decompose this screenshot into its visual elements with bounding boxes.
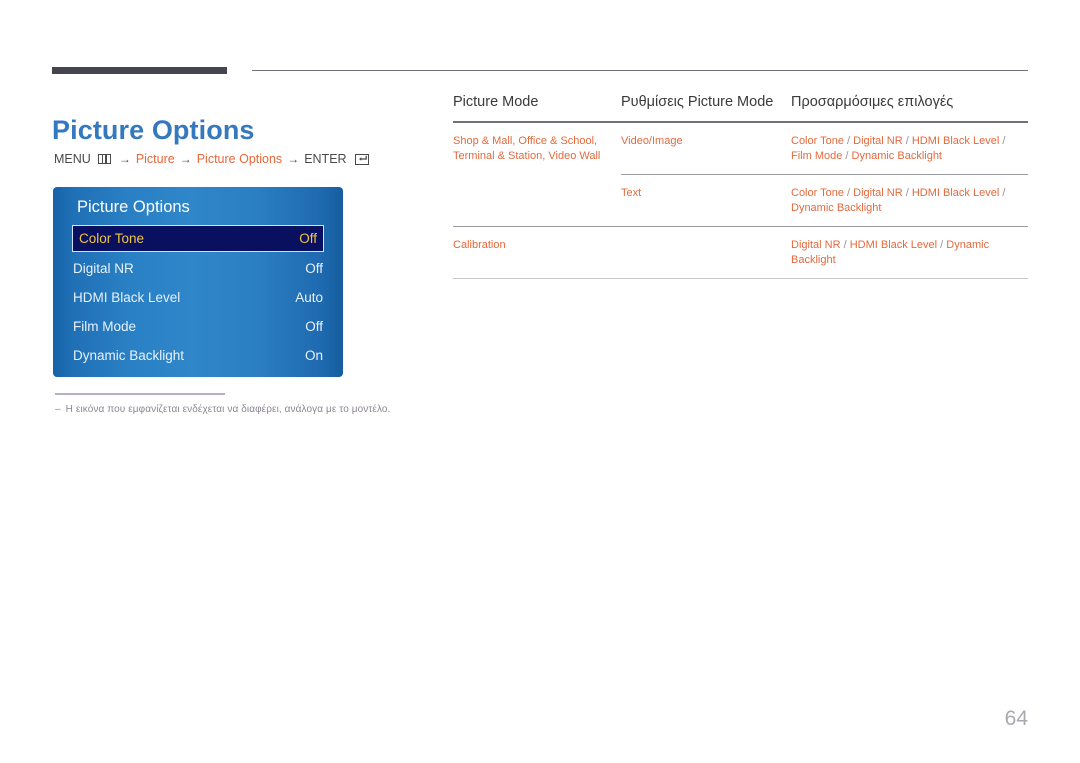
table-header-adjustable-options: Προσαρμόσιμες επιλογές	[791, 94, 954, 110]
table-header-row: Picture Mode Ρυθμίσεις Picture Mode Προσ…	[453, 94, 1028, 123]
table-header-picture-mode: Picture Mode	[453, 94, 539, 110]
table-row: Calibration Digital NR / HDMI Black Leve…	[453, 227, 1028, 278]
osd-panel-title: Picture Options	[77, 198, 190, 216]
enter-return-icon	[354, 153, 369, 165]
osd-row-label: Film Mode	[73, 319, 137, 334]
osd-row-value: Off	[299, 231, 317, 246]
header-rule-thin	[252, 70, 1028, 71]
note-text: – Η εικόνα που εμφανίζεται ενδέχεται να δ…	[55, 404, 390, 415]
osd-row-value: Off	[305, 261, 323, 276]
breadcrumb-arrow-2: →	[179, 152, 192, 166]
breadcrumb-enter-label: ENTER	[304, 152, 347, 166]
osd-row-hdmi-black-level[interactable]: HDMI Black Level Auto	[73, 284, 323, 311]
breadcrumb-arrow-1: →	[118, 152, 131, 166]
page-number: 64	[1004, 707, 1028, 730]
picture-mode-table: Picture Mode Ρυθμίσεις Picture Mode Προσ…	[453, 94, 1028, 279]
breadcrumb-item-picture-options[interactable]: Picture Options	[197, 152, 282, 166]
table-cell-options: Color Tone / Digital NR / HDMI Black Lev…	[791, 135, 1006, 162]
osd-row-digital-nr[interactable]: Digital NR Off	[73, 255, 323, 282]
table-cell-mode	[453, 175, 621, 197]
osd-row-label: Digital NR	[73, 261, 134, 276]
page-title: Picture Options	[52, 115, 255, 146]
osd-row-dynamic-backlight[interactable]: Dynamic Backlight On	[73, 342, 323, 369]
table-row: Shop & Mall, Office & School, Terminal &…	[453, 123, 1028, 174]
table-header-picture-mode-settings: Ρυθμίσεις Picture Mode	[621, 94, 774, 110]
osd-panel: Picture Options Color Tone Off Digital N…	[53, 187, 343, 377]
header-rule-thick	[52, 67, 227, 74]
table-row: Text Color Tone / Digital NR / HDMI Blac…	[453, 175, 1028, 226]
table-cell-options: Digital NR / HDMI Black Level / Dynamic …	[791, 239, 990, 266]
osd-row-label: HDMI Black Level	[73, 290, 181, 305]
breadcrumb-item-picture[interactable]: Picture	[136, 152, 175, 166]
osd-row-label: Dynamic Backlight	[73, 348, 185, 363]
breadcrumb-menu-label: MENU	[54, 152, 91, 166]
table-cell-setting: Text	[621, 187, 642, 199]
table-cell-mode: Shop & Mall, Office & School, Terminal &…	[453, 135, 601, 162]
breadcrumb: MENU → Picture → Picture Options → ENTER	[54, 152, 369, 166]
osd-row-color-tone[interactable]: Color Tone Off	[72, 225, 324, 252]
table-bottom-divider	[453, 278, 1028, 279]
breadcrumb-arrow-3: →	[287, 152, 300, 166]
osd-row-film-mode[interactable]: Film Mode Off	[73, 313, 323, 340]
osd-row-value: On	[304, 348, 323, 363]
table-cell-setting	[621, 227, 791, 249]
table-cell-options: Color Tone / Digital NR / HDMI Black Lev…	[791, 187, 1006, 214]
table-cell-setting: Video/Image	[621, 135, 683, 147]
osd-row-value: Auto	[295, 290, 323, 305]
note-dash: –	[55, 404, 61, 415]
table-cell-mode: Calibration	[453, 239, 506, 251]
menu-grid-icon	[97, 154, 111, 164]
note-divider	[55, 393, 225, 395]
note-body: Η εικόνα που εμφανίζεται ενδέχεται να δι…	[65, 404, 391, 415]
osd-row-label: Color Tone	[79, 231, 145, 246]
osd-row-value: Off	[305, 319, 323, 334]
